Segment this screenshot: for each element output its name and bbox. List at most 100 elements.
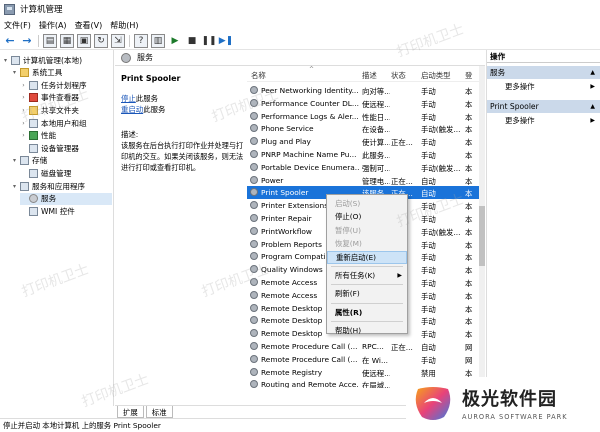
tree-item-label: 磁盘管理 (41, 168, 72, 178)
menu-view[interactable]: 查看(V) (71, 20, 107, 31)
expanded-chevron-icon[interactable]: ▾ (2, 57, 9, 64)
more-actions-services[interactable]: 更多操作 ▶ (487, 80, 600, 92)
service-row[interactable]: Remote Procedure Call (... RPC... 正在... 自动 网 (247, 340, 485, 353)
tree-item-label: 存储 (32, 156, 48, 166)
collapsed-chevron-icon[interactable]: › (20, 94, 27, 101)
context-menu-item[interactable]: 帮助(H) (327, 324, 407, 337)
menu-help[interactable]: 帮助(H) (106, 20, 142, 31)
service-row[interactable]: Power 管理电... 正在... 自动 本 (247, 174, 485, 187)
window-title: 计算机管理 (20, 5, 63, 15)
service-gear-icon (250, 354, 258, 363)
service-name: Power (261, 175, 284, 185)
service-row[interactable]: Performance Logs & Aler... 性能日... 手动 本 (247, 110, 485, 123)
services-header-title: 服务 (137, 53, 153, 62)
scrollbar-thumb[interactable] (479, 206, 485, 266)
pause-service-icon[interactable]: ❚❚ (201, 34, 216, 48)
tree-item-label: 共享文件夹 (41, 105, 79, 115)
stop-service-suffix: 此服务 (135, 94, 158, 103)
tree-item[interactable]: › 共享文件夹 (20, 104, 112, 116)
service-row[interactable]: Plug and Play 使计算... 正在... 手动 本 (247, 135, 485, 148)
back-arrow-icon[interactable]: ← (3, 34, 17, 48)
properties-icon[interactable]: ▣ (77, 33, 91, 48)
service-name: Remote Procedure Call (... (261, 354, 358, 364)
column-status[interactable]: 状态 (391, 70, 406, 81)
tree-item[interactable]: › 事件查看器 (20, 92, 112, 104)
service-row[interactable]: Peer Networking Identity... 向对等... 手动 本 (247, 84, 485, 97)
tree-item[interactable]: › 任务计划程序 (20, 79, 112, 91)
show-hide-tree-icon[interactable]: ▤ (43, 33, 57, 48)
service-gear-icon (250, 137, 258, 146)
refresh-icon[interactable]: ↻ (94, 33, 108, 48)
context-menu-item[interactable]: 所有任务(K) ▶ (327, 269, 407, 282)
expanded-chevron-icon[interactable]: ▾ (11, 183, 18, 190)
stop-service-icon[interactable]: ■ (185, 34, 199, 48)
menu-action[interactable]: 操作(A) (35, 20, 71, 31)
service-desc: 性能日... (362, 112, 390, 122)
description-text: 该服务在后台执行打印作业并处理与打印机的交互。如果关闭该服务，则无法进行打印或查… (121, 141, 244, 172)
collapsed-chevron-icon[interactable]: › (20, 120, 27, 127)
service-logon: 网 (465, 355, 473, 365)
actions-title: 操作 (487, 50, 600, 63)
service-row[interactable]: Performance Counter DL... 使远程... 手动 本 (247, 97, 485, 110)
column-description[interactable]: 描述 (362, 70, 377, 81)
context-menu-item[interactable]: 重新启动(E) (327, 250, 407, 264)
tree-item[interactable]: ▾ 存储 (11, 155, 112, 167)
collapse-up-icon: ▲ (590, 103, 595, 110)
service-row[interactable]: PNRP Machine Name Pu... 此服务... 手动 本 (247, 148, 485, 161)
service-desc: 此服务... (362, 151, 390, 160)
service-gear-icon (250, 86, 258, 94)
collapsed-chevron-icon[interactable]: › (20, 82, 27, 89)
column-logon[interactable]: 登 (465, 70, 472, 81)
tree-item[interactable]: WMI 控件 (20, 205, 112, 217)
service-startup: 手动 (421, 355, 436, 365)
forward-arrow-icon[interactable]: → (20, 34, 34, 48)
restart-service-icon[interactable]: ▶❚ (219, 34, 233, 48)
service-logon: 网 (465, 343, 473, 352)
tree-item[interactable]: 磁盘管理 (20, 167, 112, 179)
tree-item-label: 服务 (41, 194, 57, 204)
service-startup: 手动 (421, 253, 436, 263)
export-list-icon[interactable]: ⇲ (111, 33, 125, 48)
service-gear-icon (250, 239, 258, 248)
column-startup-type[interactable]: 启动类型 (421, 70, 451, 81)
tree-item[interactable]: › 本地用户和组 (20, 117, 112, 129)
tree-item[interactable]: 设备管理器 (20, 142, 112, 154)
console-icon[interactable]: ▥ (151, 33, 165, 48)
tree-item[interactable]: ▾ 服务和应用程序 (11, 180, 112, 192)
collapsed-chevron-icon[interactable]: › (20, 132, 27, 139)
context-menu-label: 帮助(H) (335, 326, 362, 336)
collapsed-chevron-icon[interactable]: › (20, 107, 27, 114)
tab-standard[interactable]: 标准 (145, 406, 173, 418)
menu-file[interactable]: 文件(F) (0, 20, 35, 31)
tree-item[interactable]: › 性能 (20, 130, 112, 142)
tab-extended[interactable]: 扩展 (117, 406, 144, 418)
expanded-chevron-icon[interactable]: ▾ (11, 157, 18, 164)
disk-icon (29, 168, 38, 178)
expanded-chevron-icon[interactable]: ▾ (11, 69, 18, 76)
restart-service-link[interactable]: 重启动 (121, 105, 143, 114)
more-actions-print-spooler[interactable]: 更多操作 ▶ (487, 114, 600, 126)
context-menu-item[interactable]: 停止(O) (327, 210, 407, 223)
start-service-icon[interactable]: ▶ (168, 34, 182, 48)
vertical-scrollbar[interactable] (479, 66, 485, 388)
tree-item[interactable]: 服务 (20, 192, 112, 205)
tree-item-label: 本地用户和组 (41, 118, 87, 128)
help-icon[interactable]: ? (134, 33, 148, 48)
service-name: Plug and Play (261, 137, 311, 147)
service-gear-icon (250, 342, 258, 350)
tree-item[interactable]: ▾ 计算机管理(本地) (2, 54, 112, 66)
tree-item[interactable]: ▾ 系统工具 (11, 67, 112, 79)
context-menu-item[interactable]: 属性(R) (327, 306, 407, 319)
column-name[interactable]: 名称 (251, 70, 266, 81)
sort-arrow-icon: ^ (309, 66, 315, 73)
stop-service-link[interactable]: 停止 (121, 94, 136, 103)
service-row[interactable]: Phone Service 在设备... 手动(触发... 本 (247, 122, 485, 135)
context-menu-label: 刷新(F) (335, 289, 360, 299)
service-row[interactable]: Portable Device Enumera... 强制可... 手动(触发...… (247, 161, 485, 174)
service-row[interactable]: Remote Procedure Call (... 在 Wi... 手动 网 (247, 353, 485, 366)
actions-section-print-spooler[interactable]: Print Spooler ▲ (487, 100, 600, 113)
context-menu-item[interactable]: 刷新(F) (327, 287, 407, 300)
actions-section-services[interactable]: 服务 ▲ (487, 66, 600, 79)
folder-icon[interactable]: ▦ (60, 33, 74, 48)
service-gear-icon (250, 175, 258, 184)
